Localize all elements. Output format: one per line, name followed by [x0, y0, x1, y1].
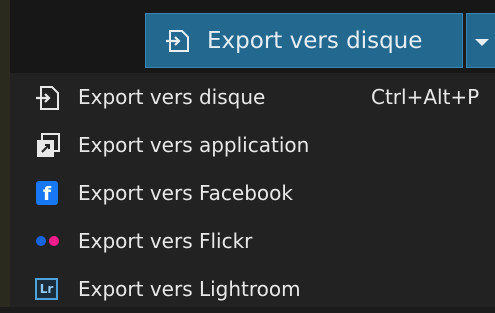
- lightroom-icon: Lr: [34, 277, 66, 301]
- export-disk-icon: [164, 26, 194, 56]
- export-dropdown-button[interactable]: [466, 13, 495, 68]
- menu-item-label: Export vers disque: [78, 85, 266, 109]
- menu-item-label: Export vers Flickr: [78, 229, 253, 253]
- menu-item-export-disk[interactable]: Export vers disque Ctrl+Alt+P: [10, 73, 495, 121]
- menu-item-export-application[interactable]: Export vers application: [10, 121, 495, 169]
- menu-item-export-lightroom[interactable]: Lr Export vers Lightroom: [10, 265, 495, 313]
- menu-item-label: Export vers Facebook: [78, 181, 293, 205]
- export-to-disk-button[interactable]: Export vers disque: [145, 13, 463, 68]
- menu-item-shortcut: Ctrl+Alt+P: [371, 85, 480, 109]
- export-disk-icon: [34, 85, 66, 110]
- menu-item-label: Export vers Lightroom: [78, 277, 301, 301]
- export-application-icon: [34, 133, 66, 157]
- menu-item-label: Export vers application: [78, 133, 310, 157]
- menu-item-export-flickr[interactable]: Export vers Flickr: [10, 217, 495, 265]
- menu-item-export-facebook[interactable]: f Export vers Facebook: [10, 169, 495, 217]
- facebook-icon: f: [34, 181, 66, 205]
- chevron-down-icon: [475, 39, 489, 46]
- background-strip: [0, 0, 10, 307]
- flickr-icon: [34, 229, 66, 253]
- export-button-label: Export vers disque: [207, 28, 423, 54]
